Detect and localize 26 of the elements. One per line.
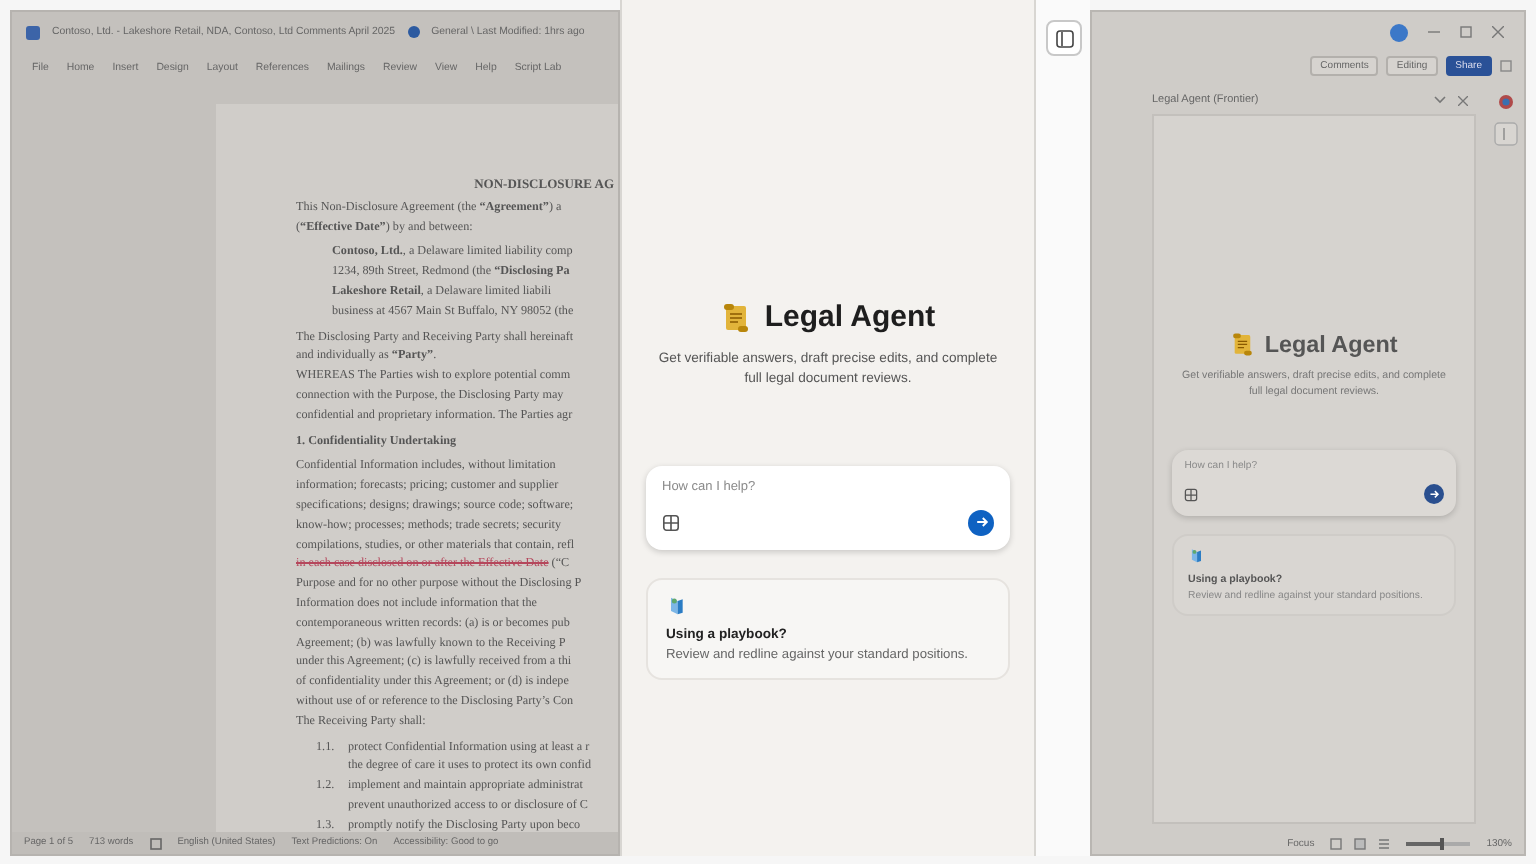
minimize-icon[interactable] [1428,26,1440,38]
attach-icon[interactable] [662,513,680,532]
sidebar-toggle-icon[interactable] [1494,122,1518,146]
scroll-icon [720,301,753,333]
panel-icon [1055,29,1073,47]
print-layout-icon[interactable] [1354,837,1367,849]
scroll-icon [1230,332,1256,358]
close-icon[interactable] [1492,26,1504,38]
web-layout-icon[interactable] [1378,837,1391,849]
maximize-icon[interactable] [1460,26,1472,38]
book-icon [1188,548,1204,564]
agent-title: Legal Agent [1264,332,1398,358]
agent-title: Legal Agent [764,300,936,334]
chevron-down-icon[interactable] [1434,96,1446,104]
sensitivity-icon [407,26,420,38]
send-button[interactable] [968,509,994,536]
arrow-right-icon [973,514,989,531]
book-icon [666,595,686,616]
app-icon [26,25,40,39]
send-button[interactable] [1423,484,1444,505]
arrow-right-icon [1427,488,1440,501]
sidebar-toggle-button[interactable] [1046,20,1082,56]
avatar-icon[interactable] [1390,23,1408,41]
close-icon[interactable] [1458,95,1468,105]
attach-icon[interactable] [1184,487,1199,502]
slider-thumb[interactable] [1439,837,1444,849]
